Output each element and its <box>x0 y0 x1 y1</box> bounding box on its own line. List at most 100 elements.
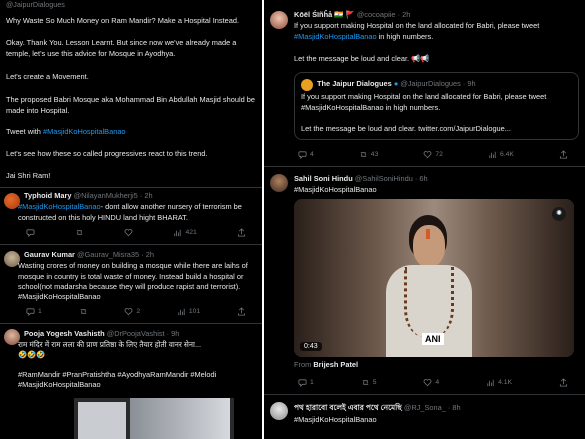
action-bar: 1 2 101 <box>26 307 246 316</box>
verified-icon: ● <box>393 79 399 88</box>
hashtag-link[interactable]: #MasjidKoHospitalBanao <box>18 202 101 211</box>
media-preview[interactable] <box>74 398 234 439</box>
author-handle[interactable]: @NilayanMukherji5 <box>74 191 138 200</box>
share-icon <box>559 378 568 387</box>
views-count: 6.4K <box>499 151 514 158</box>
author-name[interactable]: Kōël Śïñĥå <box>294 10 332 19</box>
retweet-button[interactable]: 5 <box>361 378 376 387</box>
reply-count: 4 <box>310 151 314 158</box>
reply-button[interactable]: 1 <box>298 378 314 387</box>
post-paragraph: Let's create a Movement. <box>6 72 89 81</box>
quote-line2: Let the message be loud and clear. twitt… <box>301 124 511 133</box>
post-header: Sahil Soni Hindu @SahilSoniHindu · 6h <box>294 174 428 183</box>
post-time[interactable]: · 2h <box>141 250 154 259</box>
post-body: Let the message be loud and clear. <box>294 54 410 63</box>
heart-icon <box>124 308 133 316</box>
video-tilak <box>426 229 430 239</box>
post-header: পথ হারাবো বলেই এবার পথে নেমেছি @RJ_Sona_… <box>294 403 461 415</box>
author-handle[interactable]: @cocoapiie <box>357 10 396 19</box>
reply-header: Gaurav Kumar @Gaurav_Misra35 · 2h <box>24 250 154 259</box>
post-time[interactable]: · 9h <box>167 329 180 338</box>
post-paragraph: Why Waste So Much Money on Ram Mandir? M… <box>6 16 240 25</box>
hashtag-link[interactable]: #MasjidKoHospitalBanao <box>294 415 377 426</box>
retweet-button[interactable] <box>75 228 84 237</box>
post-time[interactable]: · 6h <box>415 174 428 183</box>
reply-body: राम मंदिर में राम लला की प्राण प्रतिष्ठा… <box>18 340 202 349</box>
author-name[interactable]: Gaurav Kumar <box>24 250 75 259</box>
hashtag-links[interactable]: #RamMandir #PranPratishtha #AyodhyaRamMa… <box>18 370 258 381</box>
quoted-tweet[interactable]: The Jaipur Dialogues ● @JaipurDialogues … <box>294 72 579 140</box>
post-paragraph: Let's see how these so called progressiv… <box>6 149 208 158</box>
retweet-icon <box>360 152 366 157</box>
quote-header: The Jaipur Dialogues ● @JaipurDialogues … <box>317 79 476 88</box>
views-button[interactable]: 101 <box>177 307 200 316</box>
like-count: 72 <box>435 151 443 158</box>
author-name[interactable]: পথ হারাবো বলেই এবার পথে নেমেছি <box>294 403 402 412</box>
hashtag-link[interactable]: #MasjidKoHospitalBanao <box>18 380 101 391</box>
quote-time: · 9h <box>462 79 476 88</box>
author-name[interactable]: Typhoid Mary <box>24 191 72 200</box>
video-player[interactable]: ✺ ANI 0:43 <box>294 199 574 357</box>
post-time[interactable]: · 2h <box>398 10 411 19</box>
divider <box>0 244 262 245</box>
post-time[interactable]: · 2h <box>140 191 153 200</box>
retweet-count: 43 <box>370 151 379 158</box>
views-icon <box>174 229 182 237</box>
hashtag-link[interactable]: #MasjidKoHospitalBanao <box>294 32 377 41</box>
hashtag-link[interactable]: #MasjidKoHospitalBanao <box>18 292 101 303</box>
post-time[interactable]: · 8h <box>448 403 461 412</box>
avatar[interactable] <box>270 402 288 420</box>
retweet-button[interactable]: 43 <box>359 150 379 159</box>
like-button[interactable] <box>124 228 133 237</box>
like-button[interactable]: 2 <box>124 307 140 316</box>
top-post-handle[interactable]: @JaipurDialogues <box>6 0 256 10</box>
heart-icon <box>423 379 432 387</box>
post-text: If you support making Hospital on the la… <box>294 21 579 42</box>
share-button[interactable] <box>559 150 568 159</box>
views-button[interactable]: 4.1K <box>486 378 512 387</box>
reply-body: Wasting crores of money on building a mo… <box>18 261 248 291</box>
share-icon <box>237 228 246 237</box>
share-button[interactable] <box>237 228 246 237</box>
share-button[interactable] <box>559 378 568 387</box>
retweet-icon <box>80 309 86 314</box>
author-name[interactable]: Pooja Yogesh Vashisth <box>24 329 105 338</box>
megaphone-emojis: 📢📢 <box>411 54 430 63</box>
hashtag-link[interactable]: #MasjidKoHospitalBanao <box>294 185 377 196</box>
like-button[interactable]: 4 <box>423 378 439 387</box>
hashtag-link[interactable]: #MasjidKoHospitalBanao <box>43 127 126 136</box>
reply-button[interactable] <box>26 228 35 237</box>
retweet-button[interactable] <box>79 307 88 316</box>
views-count: 101 <box>188 308 201 315</box>
share-button[interactable] <box>237 307 246 316</box>
action-bar: 4 43 72 6.4K <box>298 150 568 159</box>
reply-header: Typhoid Mary @NilayanMukherji5 · 2h <box>24 191 153 200</box>
author-handle[interactable]: @SahilSoniHindu <box>355 174 413 183</box>
views-button[interactable]: 6.4K <box>488 150 514 159</box>
media-wall <box>78 402 126 439</box>
author-handle[interactable]: @DrPoojaVashist <box>107 329 165 338</box>
from-name[interactable]: Brijesh Patel <box>313 360 358 369</box>
like-button[interactable]: 72 <box>423 150 443 159</box>
post-body: If you support making Hospital on the la… <box>294 21 540 30</box>
divider <box>264 394 585 395</box>
ani-watermark: ANI <box>422 333 444 345</box>
flag-emojis: 🇮🇳 🚩 <box>334 10 355 19</box>
post-paragraph: The proposed Babri Mosque aka Mohammad B… <box>6 95 255 115</box>
action-bar: 1 5 4 4.1K <box>298 378 568 387</box>
author-handle[interactable]: @Gaurav_Misra35 <box>77 250 139 259</box>
author-name[interactable]: Sahil Soni Hindu <box>294 174 353 183</box>
post-line2: Let the message be loud and clear. 📢📢 <box>294 54 430 65</box>
tweet-with-line: Tweet with #MasjidKoHospitalBanao <box>6 127 256 138</box>
views-icon <box>178 308 185 316</box>
avatar[interactable] <box>270 174 288 192</box>
avatar[interactable] <box>270 11 288 29</box>
views-count: 4.1K <box>498 379 513 386</box>
reply-button[interactable]: 1 <box>26 307 42 316</box>
reply-button[interactable]: 4 <box>298 150 314 159</box>
retweet-icon <box>76 230 83 235</box>
author-handle[interactable]: @RJ_Sona_ <box>404 403 446 412</box>
views-button[interactable]: 421 <box>173 228 197 237</box>
quote-author-handle: @JaipurDialogues <box>400 79 461 88</box>
reply-count: 1 <box>38 308 42 315</box>
